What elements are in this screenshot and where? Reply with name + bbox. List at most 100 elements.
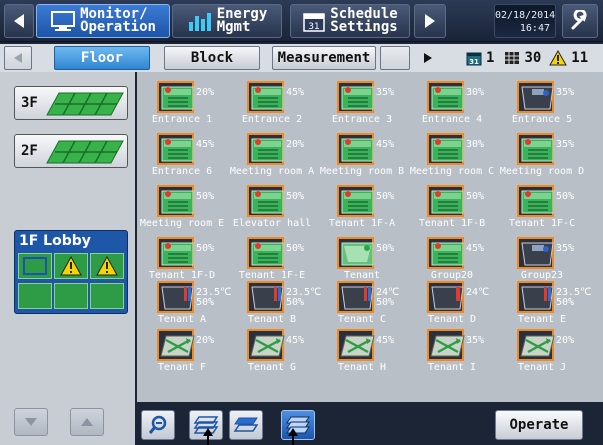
status-counts: 31 1 30 11	[466, 46, 588, 70]
unit-value: 50%	[376, 243, 395, 254]
energy-mgmt-button[interactable]: Energy Mgmt	[172, 4, 282, 38]
unit-icon-frame	[337, 81, 374, 113]
unit-tile[interactable]: 20% Tenant F	[137, 324, 227, 386]
unit-value: 45%	[376, 139, 395, 150]
air-cleaner-icon	[521, 86, 554, 110]
unit-tile[interactable]: 20% Tenant J	[497, 324, 587, 386]
floor-2f-label: 2F	[21, 143, 38, 159]
view-marker-line	[292, 436, 294, 445]
lobby-zone	[18, 283, 52, 309]
unit-name: Tenant I	[427, 362, 477, 373]
unit-tile[interactable]: 45% Tenant H	[317, 324, 407, 386]
fan-coil-icon	[431, 138, 464, 162]
fan-coil-icon	[251, 242, 284, 266]
unit-icon-frame	[247, 133, 284, 165]
unit-icon-frame	[427, 281, 464, 313]
lobby-zone	[54, 283, 88, 309]
lobby-zone-warning	[90, 253, 124, 279]
tab-empty	[380, 46, 410, 70]
date-text: 02/18/2014	[495, 10, 556, 21]
monitor-operation-button[interactable]: Monitor/ Operation	[36, 4, 170, 38]
zoom-button[interactable]	[141, 410, 175, 440]
floor-plan-icon	[46, 92, 124, 116]
unit-icon-frame	[157, 237, 194, 269]
unit-name: Tenant G	[247, 362, 297, 373]
unit-value: 35%	[556, 139, 575, 150]
view-layer-half-button[interactable]	[229, 410, 263, 440]
unit-name: Tenant 1F-C	[508, 218, 576, 229]
triangle-right-icon	[425, 14, 435, 28]
floor-3f-button[interactable]: 3F	[14, 86, 128, 120]
fan-coil-icon	[431, 190, 464, 214]
floor-2f-button[interactable]: 2F	[14, 134, 128, 168]
unit-value: 35%	[466, 335, 485, 346]
operate-button[interactable]: Operate	[495, 410, 583, 440]
triangle-left-icon	[14, 14, 24, 28]
unit-name: Meeting room E	[139, 218, 225, 229]
unit-name: Tenant H	[337, 362, 387, 373]
svg-text:31: 31	[469, 58, 479, 66]
scroll-down-button[interactable]	[14, 408, 48, 436]
settings-button[interactable]	[562, 4, 598, 38]
unit-icon-frame	[517, 133, 554, 165]
scroll-up-button[interactable]	[70, 408, 104, 436]
unit-name: Meeting room D	[499, 166, 585, 177]
warning-icon	[96, 256, 118, 276]
unit-icon-frame	[247, 329, 285, 361]
unit-icon-frame	[247, 185, 284, 217]
unit-name: Meeting room A	[229, 166, 315, 177]
date-time-display: 02/18/2014 16:47	[494, 4, 556, 38]
tab-prev-button[interactable]	[4, 46, 32, 70]
lobby-zone	[18, 253, 52, 279]
unit-icon-frame	[157, 329, 195, 361]
unit-icon-frame	[517, 329, 555, 361]
floor-1f-lobby-label: 1F Lobby	[19, 233, 91, 249]
unit-icon-frame	[427, 329, 465, 361]
unit-icon-frame	[427, 81, 464, 113]
layers-half-icon	[233, 417, 259, 432]
unit-icon-frame	[247, 281, 284, 313]
unit-value: 20%	[286, 139, 305, 150]
unit-value: 50%	[286, 243, 305, 254]
ventilation-icon	[250, 335, 285, 357]
unit-value: 20%	[556, 335, 575, 346]
triangle-up-icon	[81, 418, 93, 426]
tab-next-button[interactable]	[414, 46, 442, 70]
tab-measurement[interactable]: Measurement	[272, 46, 376, 70]
humidifier-icon	[341, 242, 374, 266]
unit-icon-frame	[517, 237, 554, 269]
next-button[interactable]	[414, 4, 446, 38]
unit-icon-frame	[337, 237, 374, 269]
thermo-hygro-icon	[251, 286, 284, 310]
fan-coil-icon	[161, 86, 194, 110]
unit-tile[interactable]: 35% Tenant I	[407, 324, 497, 386]
unit-tile[interactable]: 45% Tenant G	[227, 324, 317, 386]
unit-icon-frame	[517, 185, 554, 217]
unit-value: 45%	[466, 243, 485, 254]
fan-coil-icon	[251, 190, 284, 214]
tab-block[interactable]: Block	[164, 46, 260, 70]
warning-icon	[549, 50, 568, 66]
schedule-settings-button[interactable]: 31 Schedule Settings	[290, 4, 410, 38]
unit-icon-frame	[517, 281, 554, 313]
back-button[interactable]	[4, 4, 34, 38]
unit-value: 35%	[556, 243, 575, 254]
calendar-icon: 31	[303, 13, 326, 32]
unit-value: 30%	[466, 139, 485, 150]
unit-icon-frame	[337, 329, 375, 361]
top-bar: Monitor/ Operation Energy Mgmt 31 Schedu…	[0, 0, 603, 42]
fan-coil-icon	[431, 242, 464, 266]
thermo-hygro-icon	[161, 286, 194, 310]
unit-icon-frame	[247, 237, 284, 269]
unit-name: Entrance 3	[331, 114, 393, 125]
unit-value: 24℃ 50%	[376, 287, 400, 308]
unit-value: 45%	[286, 335, 305, 346]
fan-coil-icon	[161, 138, 194, 162]
tab-floor[interactable]: Floor	[54, 46, 150, 70]
view-layer-solid-button[interactable]	[281, 410, 315, 440]
unit-icon-frame	[427, 237, 464, 269]
unit-icon-frame	[517, 81, 554, 113]
energy-mgmt-label: Energy Mgmt	[216, 6, 268, 35]
fan-coil-icon	[431, 86, 464, 110]
floor-1f-lobby-button[interactable]: 1F Lobby	[14, 230, 128, 314]
